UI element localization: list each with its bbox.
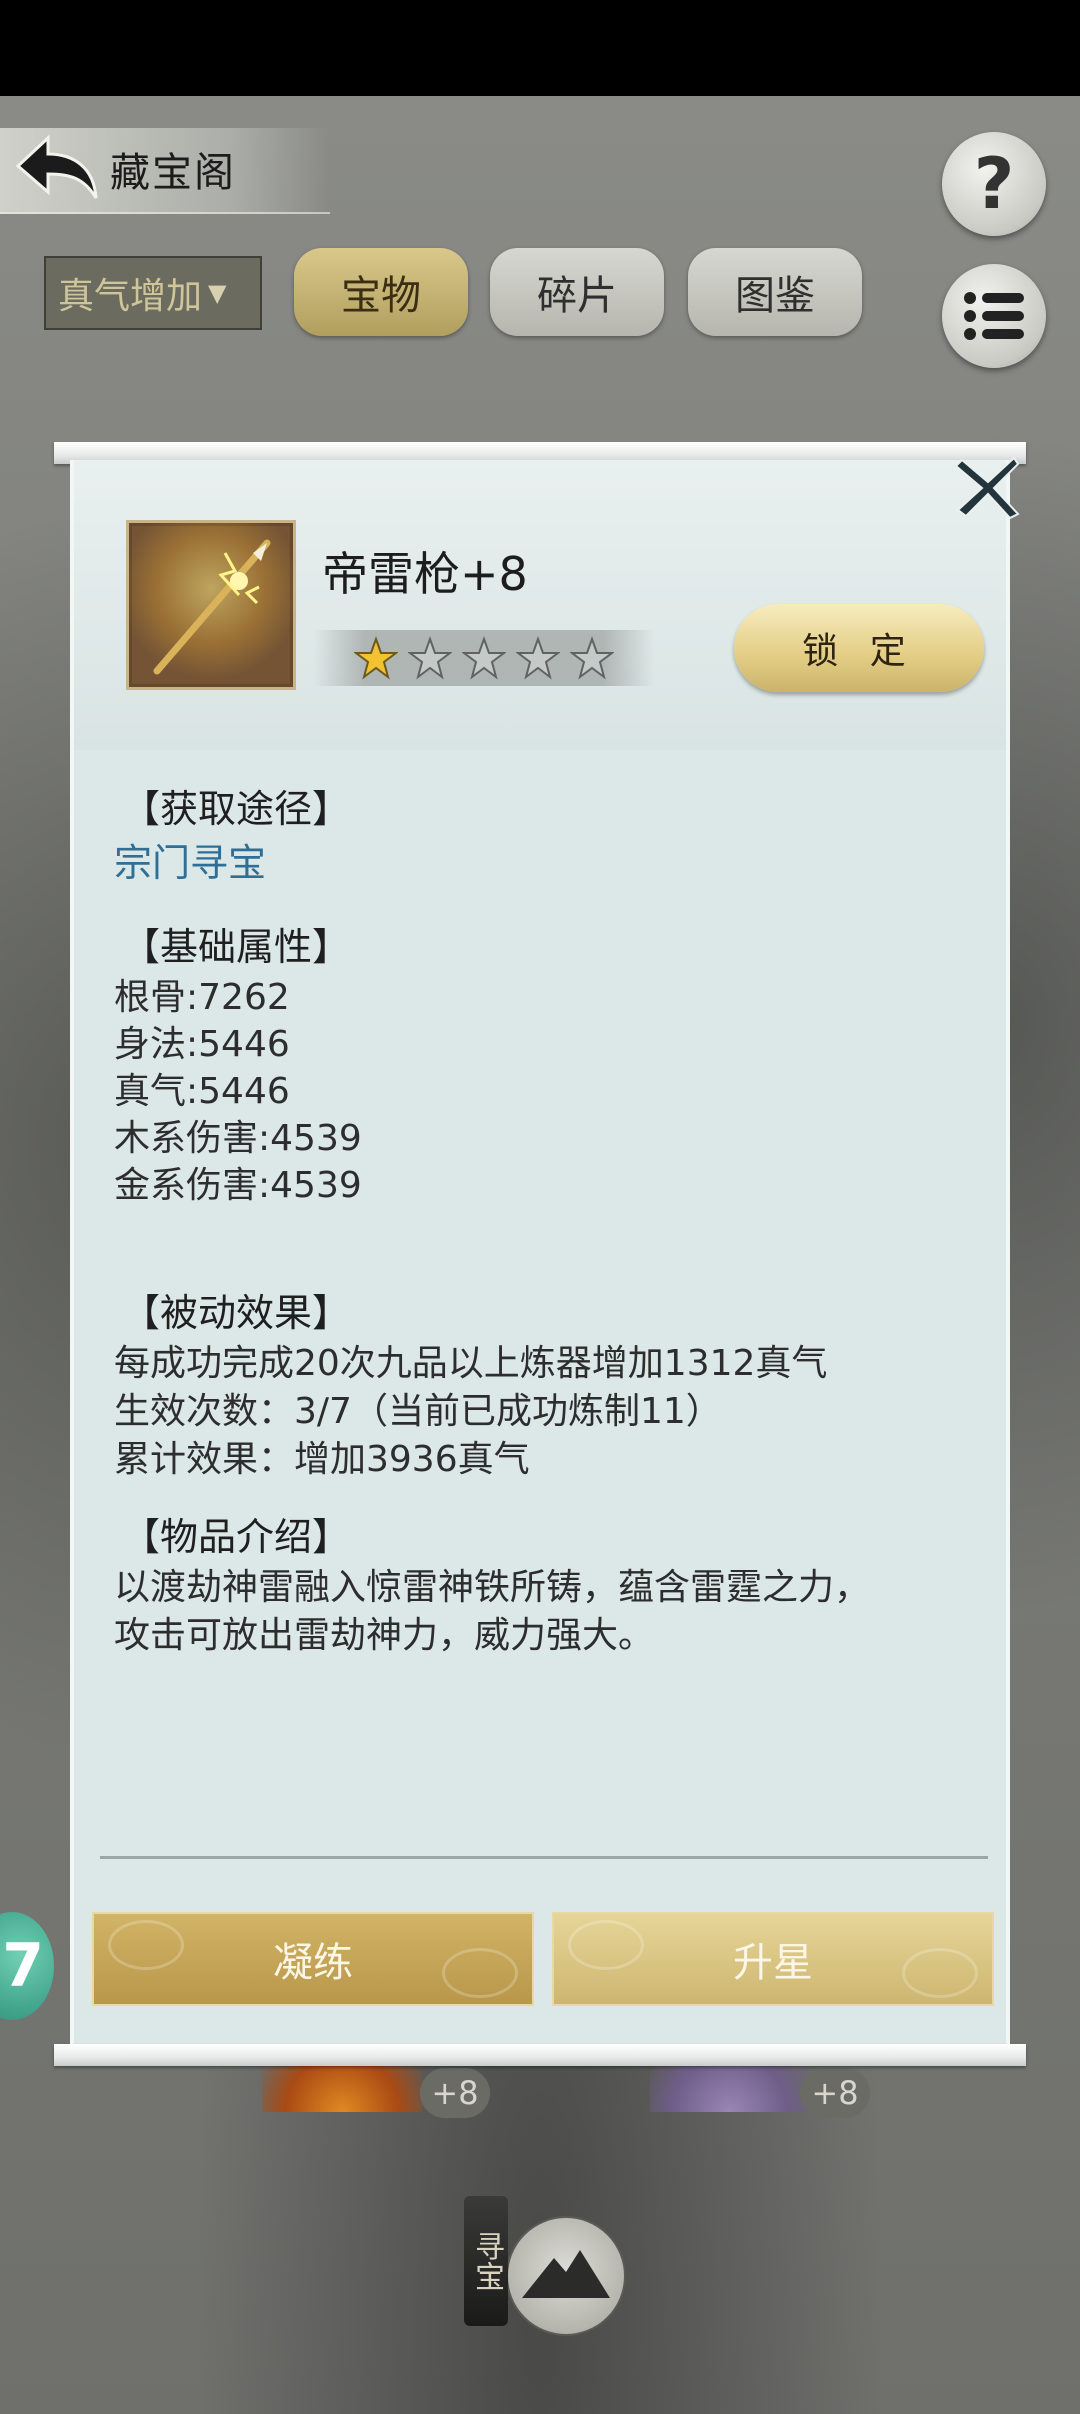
passive-line: 累计效果：增加3936真气 [114,1439,530,1480]
acquire-source-link[interactable]: 宗门寻宝 [114,832,266,887]
tab-label: 宝物 [341,273,421,319]
treasure-hunt-button[interactable]: 寻宝 [456,2196,626,2336]
section-title-base: 【基础属性】 [122,925,351,969]
filter-dropdown[interactable]: 真气增加 ▼ [44,256,262,330]
tab-label: 碎片 [537,273,617,319]
upstar-button[interactable]: 升星 [552,1912,994,2006]
star-empty-icon [516,636,560,680]
menu-button[interactable] [942,264,1046,368]
attr-line: 木系伤害:4539 [114,1118,362,1159]
spear-icon [129,523,293,687]
back-arrow-icon[interactable] [10,132,100,206]
page-title: 藏宝阁 [110,150,236,196]
attr-line: 根骨:7262 [114,977,290,1018]
attr-line: 金系伤害:4539 [114,1165,362,1206]
star-empty-icon [462,636,506,680]
star-empty-icon [408,636,452,680]
cloud-ornament-icon [902,1948,978,1998]
treasure-hunt-label: 寻宝 [464,2196,508,2326]
star-empty-icon [570,636,614,680]
tab-codex[interactable]: 图鉴 [688,248,862,336]
cloud-ornament-icon [442,1948,518,1998]
refine-label: 凝练 [273,1940,353,1986]
divider [100,1856,988,1859]
passive-line: 每成功完成20次九品以上炼器增加1312真气 [114,1343,828,1384]
star-filled-icon [354,636,398,680]
intro-line: 以渡劫神雷融入惊雷神铁所铸，蕴含雷霆之力， [114,1567,871,1608]
section-title-intro: 【物品介绍】 [122,1515,351,1559]
cloud-ornament-icon [568,1920,644,1970]
filter-selected-label: 真气增加 [58,276,203,317]
passive-line: 生效次数：3/7（当前已成功炼制11） [114,1391,722,1432]
background-item-icon[interactable] [262,2062,422,2112]
mountain-icon [506,2216,626,2336]
help-button[interactable]: ? [942,132,1046,236]
list-menu-icon [964,292,1024,340]
close-icon[interactable] [952,452,1024,522]
item-icon-frame [126,520,296,690]
cloud-ornament-icon [108,1920,184,1970]
item-name: 帝雷枪+8 [322,547,528,601]
tab-label: 图鉴 [735,273,815,319]
item-detail-dialog: 帝雷枪+8 锁 定 【获取途径】 宗门寻宝 【基础属性】 根骨:7262 身法:… [54,442,1026,2066]
refine-button[interactable]: 凝练 [92,1912,534,2006]
section-title-passive: 【被动效果】 [122,1291,351,1335]
section-title-acquire: 【获取途径】 [122,787,351,831]
tab-fragments[interactable]: 碎片 [490,248,664,336]
status-bar [0,0,1080,96]
scroll-rod-bottom [54,2044,1026,2066]
tab-treasure[interactable]: 宝物 [294,248,468,336]
lock-button[interactable]: 锁 定 [734,604,984,692]
question-mark-icon: ? [973,143,1015,225]
star-rating [314,630,654,686]
intro-line: 攻击可放出雷劫神力，威力强大。 [114,1615,655,1656]
attr-line: 真气:5446 [114,1071,290,1112]
dialog-panel: 帝雷枪+8 锁 定 【获取途径】 宗门寻宝 【基础属性】 根骨:7262 身法:… [70,456,1020,2048]
level-badge: +8 [800,2068,870,2118]
upstar-label: 升星 [733,1940,813,1986]
background-item-icon[interactable] [650,2062,810,2112]
attr-line: 身法:5446 [114,1024,290,1065]
level-badge: +8 [420,2068,490,2118]
chevron-down-icon: ▼ [208,279,227,307]
